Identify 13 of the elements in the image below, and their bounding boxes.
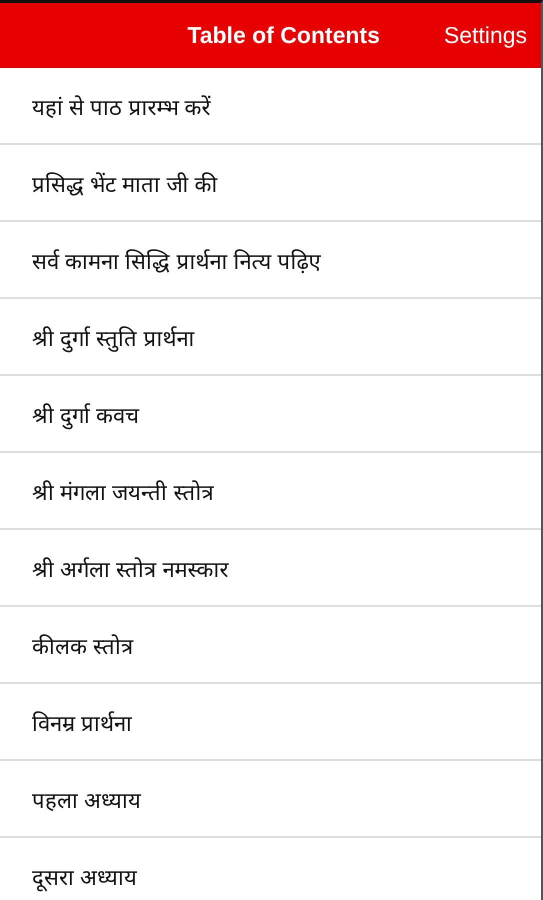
contents-item[interactable]: श्री अर्गला स्तोत्र नमस्कार xyxy=(0,530,541,607)
contents-item[interactable]: विनम्र प्रार्थना xyxy=(0,684,541,761)
contents-item[interactable]: पहला अध्याय xyxy=(0,761,541,838)
header-title: Table of Contents xyxy=(186,22,381,49)
settings-button[interactable]: Settings xyxy=(444,18,527,53)
contents-item[interactable]: सर्व कामना सिद्धि प्रार्थना नित्य पढ़िए xyxy=(0,222,541,299)
contents-item[interactable]: श्री दुर्गा कवच xyxy=(0,376,541,453)
contents-item[interactable]: श्री मंगला जयन्ती स्तोत्र xyxy=(0,453,541,530)
contents-item[interactable]: प्रसिद्ध भेंट माता जी की xyxy=(0,145,541,222)
contents-item[interactable]: यहां से पाठ प्रारम्भ करें xyxy=(0,68,541,145)
contents-item[interactable]: श्री दुर्गा स्तुति प्रार्थना xyxy=(0,299,541,376)
contents-item[interactable]: दूसरा अध्याय xyxy=(0,838,541,900)
contents-item[interactable]: कीलक स्तोत्र xyxy=(0,607,541,684)
